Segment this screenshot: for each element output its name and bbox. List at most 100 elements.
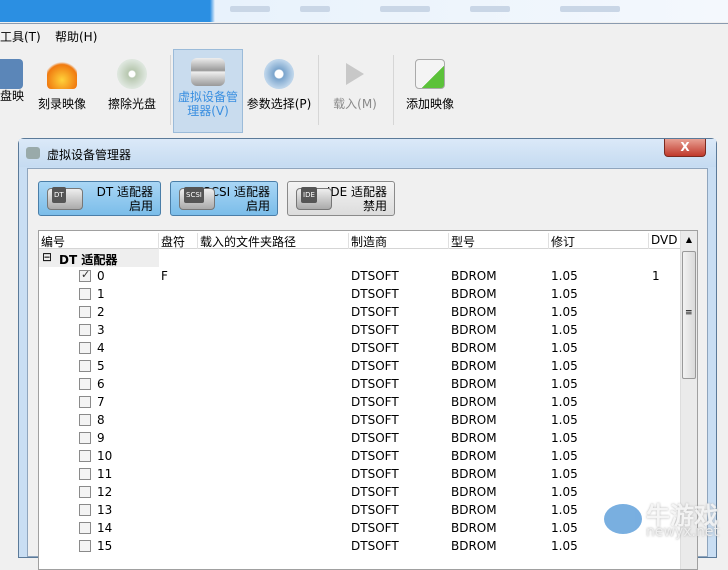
cell-vendor: DTSOFT [351,269,399,283]
cell-id: 11 [97,467,113,481]
table-row[interactable]: 4 DTSOFT BDROM 1.05 [39,339,682,357]
ide-adapter-button[interactable]: IDE IDE 适配器 禁用 [287,181,395,216]
cell-id: 13 [97,503,113,517]
device-checkbox[interactable] [79,396,91,408]
dt-adapter-button[interactable]: DT DT 适配器 启用 [38,181,161,216]
blurred-text [470,6,510,12]
table-row[interactable]: 6 DTSOFT BDROM 1.05 [39,375,682,393]
table-row[interactable]: 5 DTSOFT BDROM 1.05 [39,357,682,375]
dialog-body: DT DT 适配器 启用 SCSI SCSI 适配器 启用 IDE IDE 适配… [27,168,708,570]
table-row[interactable]: 12 DTSOFT BDROM 1.05 [39,483,682,501]
menu-tools[interactable]: 工具(T) [0,28,41,45]
scsi-adapter-button[interactable]: SCSI SCSI 适配器 启用 [170,181,278,216]
cell-vendor: DTSOFT [351,467,399,481]
column-header-vendor[interactable]: 制造商 [349,233,449,249]
device-checkbox[interactable] [79,486,91,498]
menu-help[interactable]: 帮助(H) [55,28,97,45]
cell-id: 3 [97,323,105,337]
cell-rev: 1.05 [551,449,578,463]
preferences-button[interactable]: 参数选择(P) [244,49,314,133]
column-header-drive[interactable]: 盘符 [159,233,198,249]
column-header-revision[interactable]: 修订 [549,233,649,249]
table-row[interactable]: 7 DTSOFT BDROM 1.05 [39,393,682,411]
cell-model: BDROM [451,485,497,499]
table-row[interactable]: 1 DTSOFT BDROM 1.05 [39,285,682,303]
cell-rev: 1.05 [551,539,578,553]
toolbar-label: 参数选择(P) [246,97,312,111]
cell-id: 8 [97,413,105,427]
column-header-dvd[interactable]: DVD [ [649,233,682,249]
device-checkbox[interactable] [79,288,91,300]
device-checkbox[interactable] [79,414,91,426]
column-header-model[interactable]: 型号 [449,233,549,249]
cell-rev: 1.05 [551,341,578,355]
scrollbar-thumb[interactable]: ≡ [682,251,696,379]
device-checkbox[interactable] [79,504,91,516]
column-header-id[interactable]: 编号 [39,233,159,249]
cell-rev: 1.05 [551,467,578,481]
add-image-button[interactable]: 添加映像 [400,49,460,133]
hard-drive-icon: IDE [296,187,332,210]
device-checkbox[interactable] [79,342,91,354]
virtual-device-manager-dialog: 虚拟设备管理器 X DT DT 适配器 启用 SCSI SCSI 适配器 启用 … [18,138,717,570]
erase-disc-button[interactable]: 擦除光盘 [102,49,162,133]
close-button[interactable]: X [664,139,706,157]
cell-rev: 1.05 [551,305,578,319]
scroll-up-button[interactable]: ▲ [681,231,697,249]
table-row[interactable]: 8 DTSOFT BDROM 1.05 [39,411,682,429]
cell-rev: 1.05 [551,323,578,337]
table-row[interactable]: 10 DTSOFT BDROM 1.05 [39,447,682,465]
device-checkbox[interactable] [79,378,91,390]
cell-id: 9 [97,431,105,445]
table-row[interactable]: 13 DTSOFT BDROM 1.05 [39,501,682,519]
toolbar-label: 虚拟设备管理器(V) [177,90,238,118]
cell-model: BDROM [451,431,497,445]
cell-rev: 1.05 [551,269,578,283]
device-checkbox[interactable] [79,522,91,534]
table-row[interactable]: 3 DTSOFT BDROM 1.05 [39,321,682,339]
cell-rev: 1.05 [551,413,578,427]
table-row[interactable]: 0 F DTSOFT BDROM 1.05 1 [39,267,682,285]
device-checkbox[interactable] [79,306,91,318]
blurred-text [380,6,430,12]
cell-id: 15 [97,539,113,553]
group-dt-adapter[interactable]: ⊟ DT 适配器 [39,249,159,267]
toolbar-partial-button[interactable]: 盘映 [0,49,24,133]
cell-id: 5 [97,359,105,373]
virtual-device-manager-button[interactable]: 虚拟设备管理器(V) [173,49,243,133]
table-row[interactable]: 9 DTSOFT BDROM 1.05 [39,429,682,447]
flame-icon [47,59,77,89]
drives-icon [26,147,40,159]
device-checkbox[interactable] [79,468,91,480]
cell-rev: 1.05 [551,395,578,409]
hard-drive-icon: SCSI [179,187,215,210]
cell-rev: 1.05 [551,359,578,373]
burn-image-button[interactable]: 刻录映像 [32,49,92,133]
toolbar-label: 盘映 [0,89,24,103]
floppy-icon [0,59,23,89]
cell-vendor: DTSOFT [351,485,399,499]
cell-vendor: DTSOFT [351,503,399,517]
group-label: DT 适配器 [59,253,118,267]
device-checkbox[interactable] [79,268,91,282]
device-checkbox[interactable] [79,540,91,552]
cell-vendor: DTSOFT [351,359,399,373]
toolbar-separator [170,55,171,125]
cell-model: BDROM [451,323,497,337]
table-row[interactable]: 14 DTSOFT BDROM 1.05 [39,519,682,537]
device-checkbox[interactable] [79,360,91,372]
collapse-icon[interactable]: ⊟ [42,250,52,264]
mount-button[interactable]: 载入(M) [325,49,385,133]
device-checkbox[interactable] [79,324,91,336]
table-row[interactable]: 2 DTSOFT BDROM 1.05 [39,303,682,321]
cell-model: BDROM [451,287,497,301]
cell-rev: 1.05 [551,377,578,391]
device-checkbox[interactable] [79,432,91,444]
table-row[interactable]: 11 DTSOFT BDROM 1.05 [39,465,682,483]
table-row[interactable]: 15 DTSOFT BDROM 1.05 [39,537,682,555]
cell-model: BDROM [451,521,497,535]
device-checkbox[interactable] [79,450,91,462]
blurred-text [230,6,270,12]
column-header-path[interactable]: 载入的文件夹路径 [198,233,349,249]
cell-id: 6 [97,377,105,391]
